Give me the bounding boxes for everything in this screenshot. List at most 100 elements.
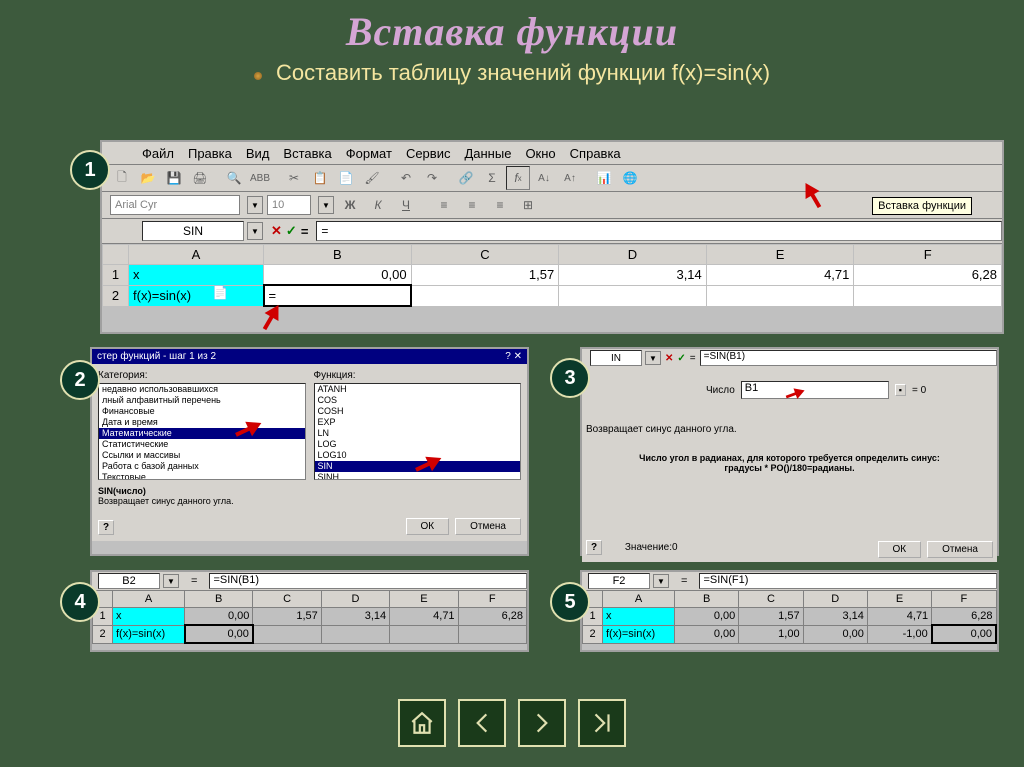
cell[interactable]: 1,57 xyxy=(411,265,559,286)
save-icon[interactable]: 💾 xyxy=(162,166,186,190)
cancel-button[interactable]: Отмена xyxy=(455,518,521,535)
nav-home-button[interactable] xyxy=(398,699,446,747)
panel-function-arguments: IN ▼ ✕ ✓ = =SIN(B1) Число B1 ▪ = 0 Возвр… xyxy=(580,347,999,556)
menu-edit[interactable]: Правка xyxy=(188,146,232,161)
col-header[interactable]: B xyxy=(264,245,412,265)
sort-desc-icon[interactable]: A↑ xyxy=(558,166,582,190)
chart-icon[interactable]: 📊 xyxy=(592,166,616,190)
dialog-help-icon[interactable]: ? ✕ xyxy=(505,351,522,362)
name-box[interactable]: SIN xyxy=(142,221,244,241)
sort-asc-icon[interactable]: A↓ xyxy=(532,166,556,190)
nav-next-button[interactable] xyxy=(518,699,566,747)
name-box[interactable]: B2 xyxy=(98,573,160,589)
cell[interactable] xyxy=(706,285,854,306)
menu-window[interactable]: Окно xyxy=(525,146,555,161)
sum-icon[interactable]: Σ xyxy=(480,166,504,190)
formula-input[interactable]: = xyxy=(316,221,1002,241)
menu-view[interactable]: Вид xyxy=(246,146,270,161)
align-left-icon[interactable]: ≡ xyxy=(432,193,456,217)
map-icon[interactable]: 🌐 xyxy=(618,166,642,190)
formula-input[interactable]: =SIN(F1) xyxy=(699,573,997,589)
bullet-icon xyxy=(254,72,262,80)
merge-icon[interactable]: ⊞ xyxy=(516,193,540,217)
menu-help[interactable]: Справка xyxy=(570,146,621,161)
dropdown-arrow-icon[interactable]: ▼ xyxy=(247,196,263,214)
hyperlink-icon[interactable]: 🔗 xyxy=(454,166,478,190)
cell[interactable]: 6,28 xyxy=(854,265,1002,286)
print-icon[interactable]: 🖨 xyxy=(188,166,212,190)
cut-icon[interactable]: ✂ xyxy=(282,166,306,190)
menu-insert[interactable]: Вставка xyxy=(283,146,331,161)
cell[interactable]: x xyxy=(129,265,264,286)
nav-last-button[interactable] xyxy=(578,699,626,747)
worksheet-grid[interactable]: ABC DEF 1 x 0,001,57 3,144,71 6,28 2 f(x… xyxy=(92,590,527,644)
redo-icon[interactable]: ↷ xyxy=(420,166,444,190)
cancel-button[interactable]: Отмена xyxy=(927,541,993,558)
nav-prev-button[interactable] xyxy=(458,699,506,747)
dropdown-arrow-icon[interactable]: ▼ xyxy=(247,222,263,240)
arg-label: Число xyxy=(706,385,735,396)
format-toolbar: Arial Cyr ▼ 10 ▼ Ж К Ч ≡ ≡ ≡ ⊞ xyxy=(102,192,1002,219)
dropdown-arrow-icon[interactable]: ▼ xyxy=(163,574,179,588)
menu-tools[interactable]: Сервис xyxy=(406,146,451,161)
worksheet-grid[interactable]: A B C D E F 1 x 0,00 1,57 3,14 4,71 6,28… xyxy=(102,244,1002,307)
formula-input[interactable]: =SIN(B1) xyxy=(700,350,997,366)
function-list[interactable]: ATANH COS COSH EXP LN LOG LOG10 SIN SINH… xyxy=(314,383,522,480)
dropdown-arrow-icon[interactable]: ▼ xyxy=(645,351,661,365)
align-right-icon[interactable]: ≡ xyxy=(488,193,512,217)
name-box[interactable]: F2 xyxy=(588,573,650,589)
arg-input[interactable]: B1 xyxy=(741,381,889,399)
cell[interactable]: 0,00 xyxy=(264,265,412,286)
cancel-formula-icon[interactable]: ✕ xyxy=(271,223,282,239)
align-center-icon[interactable]: ≡ xyxy=(460,193,484,217)
accept-formula-icon[interactable]: ✓ xyxy=(286,223,297,239)
cancel-formula-icon[interactable]: ✕ xyxy=(665,353,673,364)
name-box[interactable]: IN xyxy=(590,350,642,366)
select-all-corner[interactable] xyxy=(103,245,129,265)
spell-icon[interactable]: ABB xyxy=(248,166,272,190)
worksheet-grid[interactable]: ABC DEF 1 x 0,001,57 3,144,71 6,28 2 f(x… xyxy=(582,590,997,644)
ok-button[interactable]: ОК xyxy=(406,518,450,535)
collapse-icon[interactable]: ▪ xyxy=(895,384,906,396)
dropdown-arrow-icon[interactable]: ▼ xyxy=(318,196,334,214)
cell[interactable]: 4,71 xyxy=(706,265,854,286)
row-header[interactable]: 1 xyxy=(103,265,129,286)
cell[interactable]: 3,14 xyxy=(559,265,707,286)
dialog-titlebar: стер функций - шаг 1 из 2 ? ✕ xyxy=(92,349,527,364)
menu-data[interactable]: Данные xyxy=(464,146,511,161)
help-button[interactable]: ? xyxy=(98,520,114,535)
underline-icon[interactable]: Ч xyxy=(394,193,418,217)
undo-icon[interactable]: ↶ xyxy=(394,166,418,190)
new-icon[interactable]: 🗋 xyxy=(110,166,134,190)
row-header[interactable]: 2 xyxy=(103,285,129,306)
col-header[interactable]: F xyxy=(854,245,1002,265)
paste-icon[interactable]: 📄 xyxy=(334,166,358,190)
cell-selected[interactable]: = xyxy=(264,285,412,306)
cell[interactable] xyxy=(559,285,707,306)
font-size-combo[interactable]: 10 xyxy=(267,195,311,215)
preview-icon[interactable]: 🔍 xyxy=(222,166,246,190)
category-list[interactable]: недавно использовавшихся лный алфавитный… xyxy=(98,383,306,480)
col-header[interactable]: C xyxy=(411,245,559,265)
col-header[interactable]: A xyxy=(129,245,264,265)
open-icon[interactable]: 📂 xyxy=(136,166,160,190)
menu-file[interactable]: Файл xyxy=(142,146,174,161)
format-painter-icon[interactable]: 🖌 xyxy=(360,166,384,190)
cell[interactable]: f(x)=sin(x) xyxy=(129,285,264,306)
font-name-combo[interactable]: Arial Cyr xyxy=(110,195,240,215)
formula-input[interactable]: =SIN(B1) xyxy=(209,573,527,589)
italic-icon[interactable]: К xyxy=(366,193,390,217)
col-header[interactable]: E xyxy=(706,245,854,265)
copy-icon[interactable]: 📋 xyxy=(308,166,332,190)
cell[interactable] xyxy=(854,285,1002,306)
cell[interactable] xyxy=(411,285,559,306)
dropdown-arrow-icon[interactable]: ▼ xyxy=(653,574,669,588)
col-header[interactable]: D xyxy=(559,245,707,265)
accept-formula-icon[interactable]: ✓ xyxy=(677,353,685,364)
ok-button[interactable]: ОК xyxy=(878,541,922,558)
help-button[interactable]: ? xyxy=(586,540,602,555)
fx-icon[interactable]: fx xyxy=(506,166,530,190)
menu-format[interactable]: Формат xyxy=(346,146,392,161)
bold-icon[interactable]: Ж xyxy=(338,193,362,217)
panel-spreadsheet-main: 📄 Файл Правка Вид Вставка Формат Сервис … xyxy=(100,140,1004,334)
